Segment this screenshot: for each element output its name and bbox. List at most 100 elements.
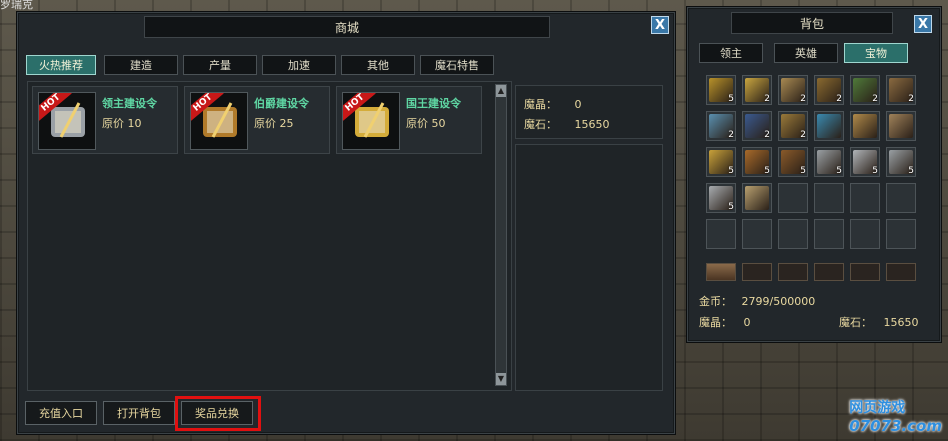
item-count: 5 [836,166,842,176]
stone-value: 15650 [574,118,610,131]
tab-0[interactable]: 火热推荐 [26,55,96,75]
site-logo: 网页游戏 07073.com [849,400,942,435]
item-count: 2 [728,130,734,140]
equip-slot[interactable] [706,263,736,281]
bag-slot[interactable] [778,183,808,213]
bag-slot[interactable]: 2 [778,111,808,141]
bag-slot[interactable]: 5 [850,147,880,177]
bag-slot[interactable]: 2 [886,75,916,105]
bag-stone-label: 魔石： [839,316,872,329]
item-count: 2 [872,94,878,104]
scroll-up-icon[interactable]: ▲ [496,85,506,97]
item-detail-box [515,144,663,391]
goods-name: 伯爵建设令 [254,97,309,110]
bag-tab-1[interactable]: 英雄 [774,43,838,63]
goods-item[interactable]: HOT 伯爵建设令原价 25 [184,86,330,154]
bag-slot[interactable] [814,111,844,141]
scroll-crown-icon: HOT [342,92,400,150]
bag-slot[interactable] [886,111,916,141]
equip-slot[interactable] [886,263,916,281]
recharge-button[interactable]: 充值入口 [25,401,97,425]
bag-slot[interactable]: 5 [778,147,808,177]
shop-panel: 商城 X 火热推荐 建造 产量 加速 其他 魔石特售 HOT 领主建设令原价 10 HOT 伯爵… [16,11,676,435]
bag-slot[interactable] [814,183,844,213]
currency-box: 魔晶： 0 魔石： 15650 [515,85,663,139]
scroll-down-icon[interactable]: ▼ [496,373,506,385]
bag-panel: 背包 X 领主 英雄 宝物 5 2 2 2 2 2 2 2 2 5 5 5 5 5 5 5 金币： 2799/50… [686,6,942,343]
bag-slot[interactable] [850,219,880,249]
shop-title: 商城 [144,16,550,38]
equip-slot[interactable] [814,263,844,281]
bag-stone-value: 15650 [883,316,919,329]
bag-slot[interactable] [814,219,844,249]
bag-slot[interactable]: 2 [778,75,808,105]
bag-slot[interactable] [742,219,772,249]
goods-list: HOT 领主建设令 原价 10 HOT 伯爵建设令 原价 25 HOT 国王建设令 原价 50 … [27,81,512,391]
ring-icon [817,114,841,138]
bag-slot[interactable]: 2 [850,75,880,105]
tab-5[interactable]: 魔石特售 [420,55,494,75]
item-count: 2 [764,94,770,104]
bag-slot[interactable]: 5 [706,147,736,177]
bag-slot[interactable]: 5 [742,147,772,177]
item-count: 2 [800,130,806,140]
tab-1[interactable]: 建造 [104,55,178,75]
item-count: 5 [908,166,914,176]
open-bag-button[interactable]: 打开背包 [103,401,175,425]
goods-price: 原价 25 [254,117,294,130]
bag-slot[interactable]: 5 [706,75,736,105]
highlight-box [175,396,261,431]
bag-tab-0[interactable]: 领主 [699,43,763,63]
goods-price: 原价 50 [406,117,446,130]
bag-slot[interactable]: 2 [706,111,736,141]
item-count: 2 [836,94,842,104]
goods-item[interactable]: HOT 国王建设令原价 50 [336,86,482,154]
gold-value: 2799/500000 [741,295,816,308]
bag-slot[interactable]: 2 [742,75,772,105]
bag-slot[interactable] [778,219,808,249]
bag-crystal-label: 魔晶： [699,316,732,329]
crystal-value: 0 [574,98,582,111]
scroll-quill-icon: HOT [38,92,96,150]
item-count: 2 [800,94,806,104]
bag-slot[interactable] [706,219,736,249]
bag-slot[interactable]: 2 [742,111,772,141]
bag-slot[interactable]: 5 [814,147,844,177]
item-count: 2 [908,94,914,104]
bag-slot[interactable] [850,183,880,213]
goods-price: 原价 10 [102,117,142,130]
goods-item[interactable]: HOT 领主建设令原价 10 [32,86,178,154]
tab-2[interactable]: 产量 [183,55,257,75]
bag-crystal-value: 0 [743,316,751,329]
item-count: 5 [800,166,806,176]
bag-tab-2[interactable]: 宝物 [844,43,908,63]
bag-close-button[interactable]: X [914,15,932,33]
item-count: 5 [872,166,878,176]
item-count: 5 [728,202,734,212]
scroll-gold-quill-icon: HOT [190,92,248,150]
tab-3[interactable]: 加速 [262,55,336,75]
bag-slot[interactable]: 5 [706,183,736,213]
bag-slot[interactable]: 2 [814,75,844,105]
item-count: 2 [764,130,770,140]
stone-label: 魔石： [524,118,557,131]
bag-title: 背包 [731,12,893,34]
box-icon [889,114,913,138]
shop-close-button[interactable]: X [651,16,669,34]
tab-4[interactable]: 其他 [341,55,415,75]
goods-name: 国王建设令 [406,97,461,110]
bag-slot[interactable] [886,183,916,213]
equip-slot[interactable] [778,263,808,281]
equip-slot[interactable] [850,263,880,281]
gold-label: 金币： [699,295,732,308]
bag-slot[interactable]: 5 [886,147,916,177]
bag-slot[interactable] [850,111,880,141]
item-count: 5 [764,166,770,176]
bag-slot[interactable] [742,183,772,213]
bag-slot[interactable] [886,219,916,249]
goods-name: 领主建设令 [102,97,157,110]
helmet-icon [853,114,877,138]
equip-slot[interactable] [742,263,772,281]
item-count: 5 [728,166,734,176]
goods-scrollbar[interactable]: ▲ ▼ [495,84,507,386]
